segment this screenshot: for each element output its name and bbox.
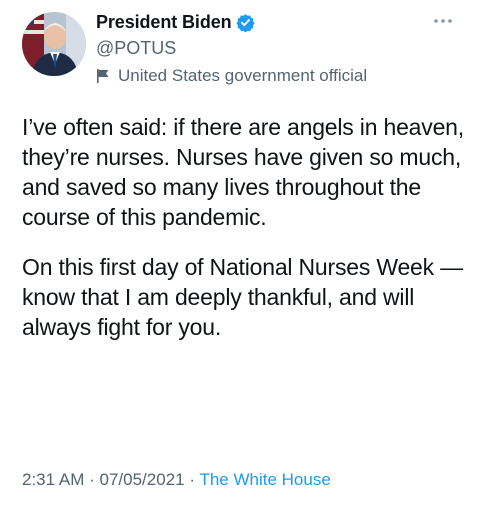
profile-photo <box>22 12 86 76</box>
tweet-paragraph-2: On this first day of National Nurses Wee… <box>22 254 463 340</box>
avatar[interactable] <box>22 12 86 76</box>
tweet-text: I’ve often said: if there are angels in … <box>22 112 467 362</box>
tweet-time[interactable]: 2:31 AM <box>22 470 84 489</box>
affiliation-text: United States government official <box>118 66 368 85</box>
more-options-icon[interactable] <box>432 14 454 26</box>
verified-badge-icon <box>235 13 255 32</box>
meta-separator-2: · <box>189 470 196 489</box>
display-name[interactable]: President Biden <box>96 12 232 33</box>
author-block: President Biden @POTUS United States gov… <box>96 10 367 88</box>
handle[interactable]: @POTUS <box>96 36 367 60</box>
tweet-meta: 2:31 AM · 07/05/2021 · The White House <box>22 470 331 490</box>
affiliation-label: United States government official <box>96 64 367 88</box>
name-row: President Biden <box>96 10 367 34</box>
flag-icon <box>96 68 110 84</box>
tweet: President Biden @POTUS United States gov… <box>0 0 480 509</box>
tweet-date[interactable]: 07/05/2021 <box>100 470 185 489</box>
tweet-paragraph-1: I’ve often said: if there are angels in … <box>22 114 464 230</box>
meta-separator: · <box>89 470 95 489</box>
tweet-source-link[interactable]: The White House <box>199 470 330 489</box>
